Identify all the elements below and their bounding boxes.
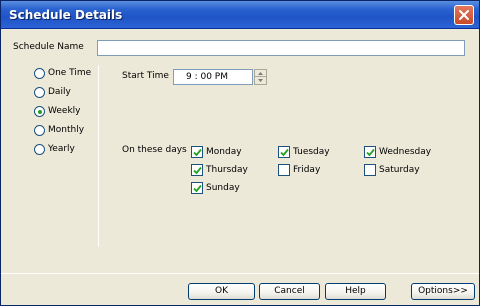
options-button[interactable]: Options>> xyxy=(411,283,475,300)
radio-button[interactable] xyxy=(34,87,45,98)
radio-label: Daily xyxy=(48,87,71,97)
close-icon xyxy=(459,10,469,20)
ok-button[interactable]: OK xyxy=(188,283,255,300)
checkbox[interactable] xyxy=(364,146,376,158)
radio-button-selected[interactable] xyxy=(34,106,45,117)
dialog-title: Schedule Details xyxy=(9,8,123,22)
arrow-up-icon xyxy=(258,72,263,75)
days-label: On these days xyxy=(122,145,187,155)
checkbox-label: Tuesday xyxy=(293,147,330,157)
spin-up-button[interactable] xyxy=(255,70,266,77)
start-time-label: Start Time xyxy=(122,71,169,81)
checkbox-label: Sunday xyxy=(206,183,240,193)
close-button[interactable] xyxy=(454,5,474,25)
checkmark-icon xyxy=(366,148,375,157)
checkbox-label: Friday xyxy=(293,165,321,175)
radio-button[interactable] xyxy=(34,125,45,136)
checkbox-label: Thursday xyxy=(206,165,248,175)
vertical-divider xyxy=(98,65,99,247)
radio-label: Weekly xyxy=(48,106,81,116)
schedule-details-dialog: Schedule Details Schedule Name One Time … xyxy=(0,0,480,306)
time-spinner[interactable] xyxy=(254,69,267,85)
checkmark-icon xyxy=(280,148,289,157)
checkbox[interactable] xyxy=(191,146,203,158)
arrow-down-icon xyxy=(258,79,263,82)
checkmark-icon xyxy=(193,148,202,157)
radio-label: Yearly xyxy=(48,144,75,154)
radio-label: One Time xyxy=(48,68,92,78)
title-bar: Schedule Details xyxy=(1,1,479,29)
checkmark-icon xyxy=(193,166,202,175)
checkbox[interactable] xyxy=(278,164,290,176)
help-button[interactable]: Help xyxy=(325,283,386,300)
checkbox[interactable] xyxy=(278,146,290,158)
checkbox[interactable] xyxy=(191,182,203,194)
checkbox[interactable] xyxy=(191,164,203,176)
checkbox-label: Monday xyxy=(206,147,242,157)
schedule-name-input[interactable] xyxy=(97,40,465,56)
radio-button[interactable] xyxy=(34,144,45,155)
radio-label: Monthly xyxy=(48,125,85,135)
checkbox[interactable] xyxy=(364,164,376,176)
checkbox-label: Saturday xyxy=(379,165,420,175)
checkbox-label: Wednesday xyxy=(379,147,432,157)
footer-separator xyxy=(1,273,479,274)
cancel-button[interactable]: Cancel xyxy=(259,283,320,300)
spin-down-button[interactable] xyxy=(255,77,266,84)
start-time-field[interactable]: 9 : 00 PM xyxy=(173,69,253,85)
checkmark-icon xyxy=(193,184,202,193)
schedule-name-label: Schedule Name xyxy=(13,42,84,52)
radio-button[interactable] xyxy=(34,68,45,79)
